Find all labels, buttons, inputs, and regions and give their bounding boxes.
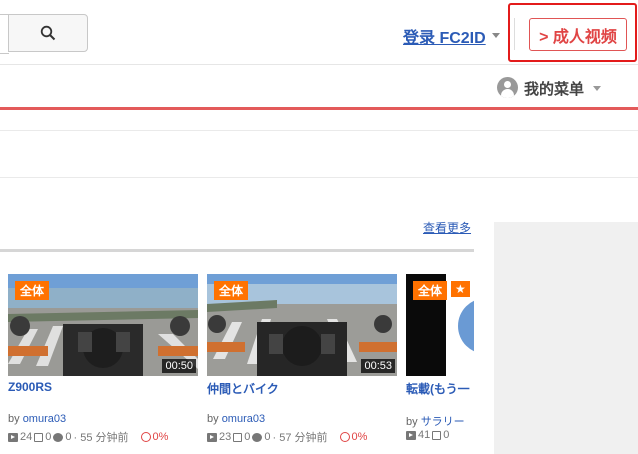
play-count-icon [8,432,18,442]
video-list: 全体 00:50 Z900RS by omura03 24 0 0 · 55 分… [0,252,474,454]
clip-icon [432,430,442,440]
comment-icon [53,432,64,442]
duration-label: 00:53 [361,359,395,373]
sidebar-panel [494,222,638,454]
see-more-link[interactable]: 查看更多 [423,219,471,236]
divider [0,177,638,178]
chevron-down-icon[interactable] [492,33,500,38]
video-thumbnail[interactable]: 全体 00:50 [8,274,198,376]
byline: by omura03 [207,413,266,425]
adult-video-button[interactable]: > 成人视频 [529,18,627,51]
my-menu-button[interactable]: 我的菜单 [524,78,584,99]
login-fc2id-link[interactable]: 登录 FC2ID [403,24,486,48]
comment-icon [252,432,263,442]
search-icon [40,25,56,41]
uploader-link[interactable]: omura03 [222,413,265,425]
byline: by omura03 [8,413,67,425]
audience-badge: 全体 [413,281,448,300]
chevron-down-icon[interactable] [593,86,601,91]
top-bar: 登录 FC2ID > 成人视频 [0,0,638,64]
smile-icon [140,432,151,442]
video-thumbnail[interactable]: 全体 00:53 [207,274,397,376]
video-stats: 24 0 0 · 55 分钟前 0% [8,429,168,445]
play-count-icon [406,430,416,440]
video-thumbnail[interactable]: 全体 ★ [406,274,474,376]
smile-icon [339,432,350,442]
rating: 0% [339,431,367,443]
audience-badge: 全体 [15,281,50,300]
divider [0,64,638,65]
duration-label: 00:50 [162,359,196,373]
video-stats: 23 0 0 · 57 分钟前 0% [207,429,367,445]
video-stats: 41 0 [406,429,449,441]
search-button[interactable] [8,14,88,52]
user-avatar-icon[interactable] [497,77,518,98]
play-count-icon [207,432,217,442]
video-title-link[interactable]: 仲間とバイク [207,380,279,397]
clip-icon [34,432,44,442]
video-title-link[interactable]: Z900RS [8,380,52,394]
audience-badge: 全体 [214,281,249,300]
uploader-link[interactable]: サラリー [421,416,465,428]
star-icon: ★ [451,281,470,297]
divider [0,130,638,131]
video-title-link[interactable]: 転載(もう一 [406,380,470,397]
rating: 0% [140,431,168,443]
byline: by サラリー [406,416,465,428]
uploader-link[interactable]: omura03 [23,413,66,425]
clip-icon [233,432,243,442]
accent-divider [0,107,638,110]
